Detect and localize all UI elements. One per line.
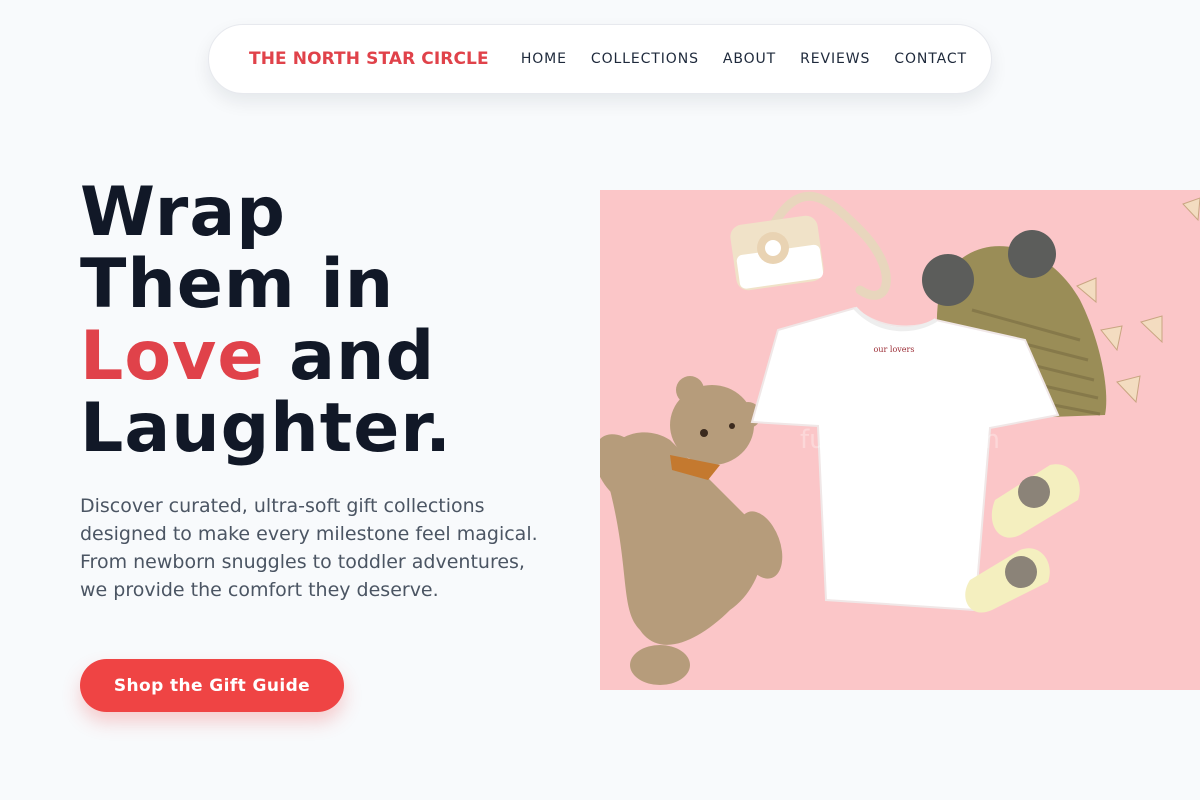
nav-link-contact[interactable]: CONTACT bbox=[894, 51, 967, 67]
nav-link-reviews[interactable]: REVIEWS bbox=[800, 51, 870, 67]
hero-headline: Wrap Them in Love and Laughter. bbox=[80, 177, 560, 465]
nav-link-about[interactable]: ABOUT bbox=[723, 51, 776, 67]
headline-line-2: Them in bbox=[80, 245, 395, 324]
image-watermark: furrymenu.com bbox=[800, 425, 1000, 455]
headline-line-1: Wrap bbox=[80, 173, 286, 252]
hero-product-image: our lovers furrymenu.com bbox=[600, 190, 1200, 690]
shirt-label-text: our lovers bbox=[874, 345, 915, 354]
shop-gift-guide-button[interactable]: Shop the Gift Guide bbox=[80, 659, 344, 712]
nav-links: HOME COLLECTIONS ABOUT REVIEWS CONTACT bbox=[497, 51, 967, 67]
headline-line-3-rest: and bbox=[264, 317, 436, 396]
top-navigation: THE NORTH STAR CIRCLE HOME COLLECTIONS A… bbox=[208, 24, 992, 94]
flat-lay-illustration: our lovers furrymenu.com bbox=[600, 190, 1200, 690]
brand-logo[interactable]: THE NORTH STAR CIRCLE bbox=[249, 49, 489, 69]
nav-link-home[interactable]: HOME bbox=[521, 51, 567, 67]
wooden-toy-camera bbox=[730, 215, 824, 291]
headline-line-4: Laughter. bbox=[80, 389, 453, 468]
headline-accent-word: Love bbox=[80, 317, 265, 396]
hero-description: Discover curated, ultra-soft gift collec… bbox=[80, 495, 538, 601]
nav-link-collections[interactable]: COLLECTIONS bbox=[591, 51, 699, 67]
